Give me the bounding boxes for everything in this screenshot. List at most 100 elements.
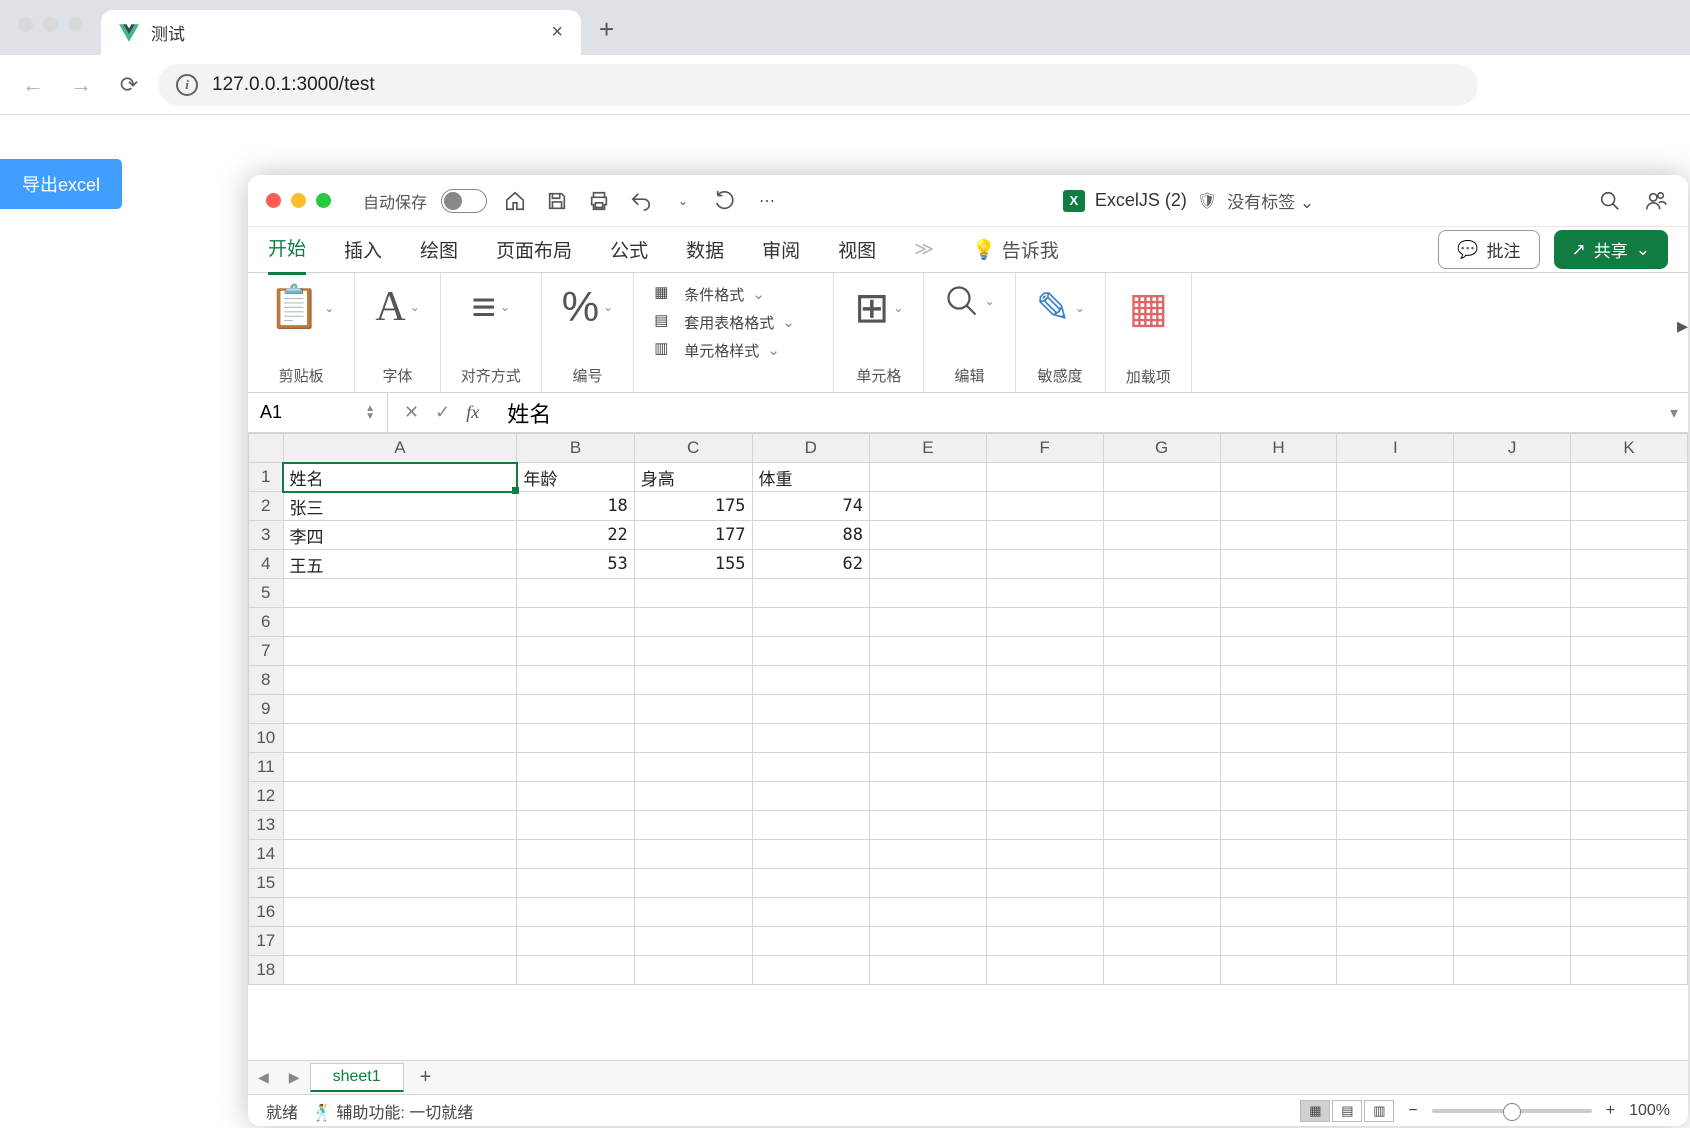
cell[interactable] <box>869 956 986 985</box>
row-header[interactable]: 15 <box>249 869 284 898</box>
row-header[interactable]: 14 <box>249 840 284 869</box>
cell[interactable] <box>517 898 634 927</box>
cell[interactable] <box>634 811 752 840</box>
cell[interactable] <box>1571 753 1688 782</box>
cell[interactable] <box>869 521 986 550</box>
row-header[interactable]: 18 <box>249 956 284 985</box>
cell[interactable] <box>283 782 517 811</box>
ribbon-addins[interactable]: ▦ 加载项 <box>1106 273 1192 392</box>
cell[interactable] <box>634 637 752 666</box>
cell[interactable] <box>1337 463 1454 492</box>
sheet-tab[interactable]: sheet1 <box>310 1063 404 1092</box>
ribbon-cells[interactable]: ⊞⌄ 单元格 <box>834 273 924 392</box>
cell[interactable] <box>283 579 517 608</box>
undo-dropdown-icon[interactable]: ⌄ <box>669 187 697 215</box>
cell[interactable]: 姓名 <box>283 463 517 492</box>
cell[interactable] <box>1220 753 1337 782</box>
cell[interactable] <box>1454 492 1571 521</box>
cell[interactable] <box>283 724 517 753</box>
cell[interactable] <box>1220 463 1337 492</box>
cancel-formula-icon[interactable]: ✕ <box>404 402 419 423</box>
select-all-corner[interactable] <box>249 434 284 463</box>
cell[interactable] <box>1571 811 1688 840</box>
cell[interactable]: 177 <box>634 521 752 550</box>
print-icon[interactable] <box>585 187 613 215</box>
cell[interactable] <box>1103 956 1220 985</box>
col-header[interactable]: A <box>283 434 517 463</box>
cell[interactable]: 张三 <box>283 492 517 521</box>
cell[interactable] <box>1103 927 1220 956</box>
cell[interactable] <box>1571 898 1688 927</box>
cell[interactable] <box>517 753 634 782</box>
col-header[interactable]: I <box>1337 434 1454 463</box>
cell[interactable] <box>1337 811 1454 840</box>
cell[interactable] <box>869 724 986 753</box>
cell[interactable] <box>986 521 1103 550</box>
cell[interactable] <box>986 666 1103 695</box>
cell[interactable] <box>1454 463 1571 492</box>
cell[interactable] <box>1220 579 1337 608</box>
cell[interactable] <box>1454 579 1571 608</box>
close-icon[interactable]: × <box>551 21 563 44</box>
ribbon-font[interactable]: A⌄ 字体 <box>355 273 440 392</box>
more-icon[interactable]: ⋯ <box>753 187 781 215</box>
cell[interactable] <box>986 956 1103 985</box>
page-layout-view-button[interactable]: ▤ <box>1332 1100 1362 1122</box>
cell[interactable] <box>1337 840 1454 869</box>
row-header[interactable]: 4 <box>249 550 284 579</box>
cell[interactable] <box>1454 608 1571 637</box>
row-header[interactable]: 13 <box>249 811 284 840</box>
cell[interactable] <box>1571 695 1688 724</box>
cell[interactable] <box>1337 898 1454 927</box>
row-header[interactable]: 10 <box>249 724 284 753</box>
cell[interactable] <box>986 637 1103 666</box>
cell[interactable] <box>869 869 986 898</box>
col-header[interactable]: D <box>752 434 869 463</box>
cell[interactable] <box>1337 695 1454 724</box>
cell[interactable] <box>752 608 869 637</box>
cell[interactable] <box>283 695 517 724</box>
cell-style-button[interactable]: ▥单元格样式 ⌄ <box>654 339 795 361</box>
row-header[interactable]: 3 <box>249 521 284 550</box>
add-sheet-button[interactable]: + <box>404 1066 448 1089</box>
name-box[interactable]: A1 ▲▼ <box>248 393 388 432</box>
cell[interactable] <box>1220 782 1337 811</box>
cell[interactable] <box>752 927 869 956</box>
cell[interactable] <box>283 869 517 898</box>
col-header[interactable]: F <box>986 434 1103 463</box>
cell[interactable] <box>283 898 517 927</box>
window-max-dot[interactable] <box>68 17 83 32</box>
cell[interactable] <box>517 782 634 811</box>
cell[interactable] <box>986 608 1103 637</box>
url-field[interactable]: i 127.0.0.1:3000/test <box>158 64 1478 106</box>
cell[interactable] <box>283 637 517 666</box>
cell[interactable] <box>1454 840 1571 869</box>
redo-icon[interactable] <box>711 187 739 215</box>
cell[interactable] <box>1454 666 1571 695</box>
cell[interactable] <box>1571 608 1688 637</box>
cell[interactable] <box>517 695 634 724</box>
row-header[interactable]: 8 <box>249 666 284 695</box>
cell[interactable] <box>634 753 752 782</box>
new-tab-button[interactable]: + <box>581 14 632 55</box>
tab-formulas[interactable]: 公式 <box>610 228 648 271</box>
tab-insert[interactable]: 插入 <box>344 228 382 271</box>
cell[interactable] <box>869 492 986 521</box>
share-button[interactable]: ↗ 共享 ⌄ <box>1554 230 1669 269</box>
cell[interactable] <box>517 637 634 666</box>
zoom-slider[interactable] <box>1432 1109 1592 1113</box>
cell[interactable] <box>752 869 869 898</box>
cell[interactable] <box>1220 869 1337 898</box>
normal-view-button[interactable]: ▦ <box>1300 1100 1330 1122</box>
tab-page-layout[interactable]: 页面布局 <box>496 228 572 271</box>
col-header[interactable]: H <box>1220 434 1337 463</box>
cell[interactable] <box>1103 492 1220 521</box>
cell[interactable] <box>869 579 986 608</box>
home-icon[interactable] <box>501 187 529 215</box>
cell[interactable]: 身高 <box>634 463 752 492</box>
cell[interactable] <box>1220 927 1337 956</box>
cell[interactable] <box>517 869 634 898</box>
zoom-level[interactable]: 100% <box>1629 1102 1670 1120</box>
row-header[interactable]: 16 <box>249 898 284 927</box>
cell[interactable] <box>1454 898 1571 927</box>
